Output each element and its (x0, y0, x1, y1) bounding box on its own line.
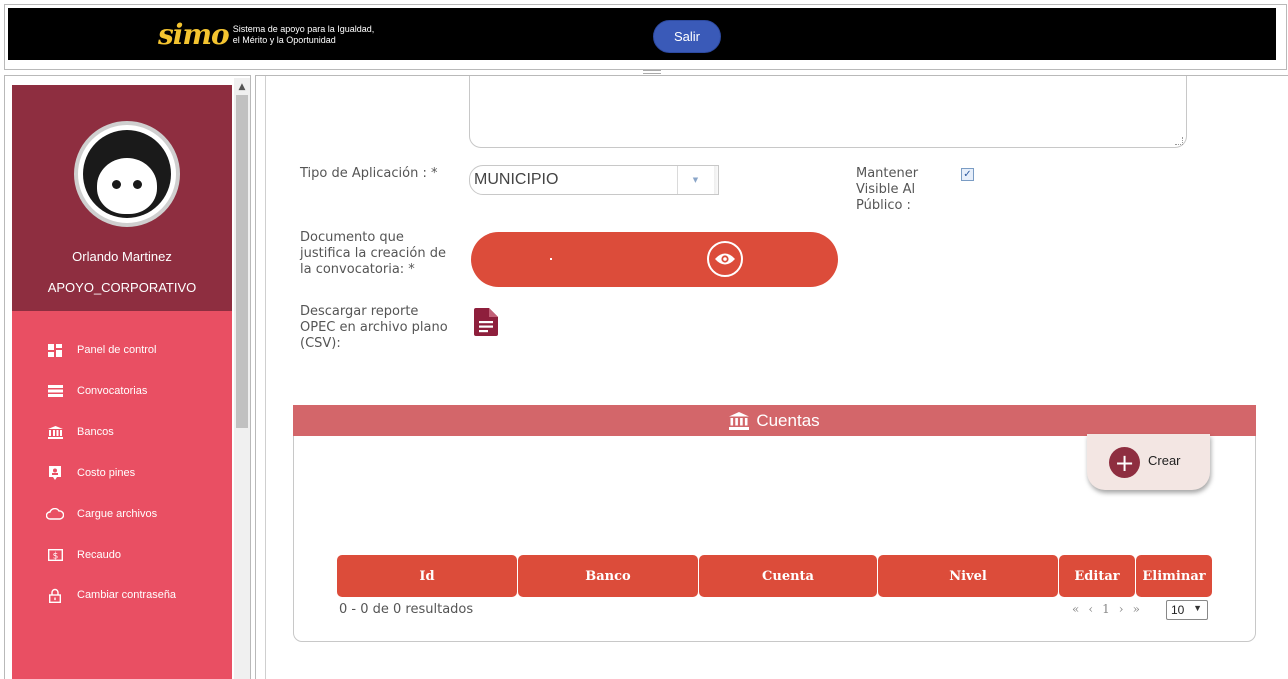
results-summary: 0 - 0 de 0 resultados (339, 602, 474, 617)
prev-page-icon[interactable]: ‹ (1088, 602, 1093, 616)
descargar-label: Descargar reporte OPEC en archivo plano … (300, 304, 448, 352)
column-header-cuenta[interactable]: Cuenta (699, 555, 877, 597)
column-header-editar[interactable]: Editar (1059, 555, 1135, 597)
content-divider (265, 76, 266, 679)
svg-text:$: $ (52, 552, 58, 562)
mantener-visible-line-1: Mantener (856, 166, 919, 181)
avatar-eye (133, 180, 142, 189)
checkmark-icon: ✓ (963, 168, 972, 180)
eye-icon[interactable] (707, 241, 743, 277)
sidebar-scrollbar[interactable]: ▲ (234, 78, 250, 679)
mantener-visible-label: Mantener Visible Al Público : (856, 166, 918, 214)
frame-resize-handle[interactable] (643, 70, 661, 74)
descargar-line-2: OPEC en archivo plano (300, 320, 448, 335)
column-header-banco[interactable]: Banco (518, 555, 698, 597)
page-size-value: 10 (1171, 603, 1185, 617)
content-frame: Tipo de Aplicación : * MUNICIPIO ▼ Mante… (255, 75, 1288, 679)
user-name: Orlando Martinez (72, 249, 172, 264)
avatar (74, 121, 180, 227)
mantener-visible-checkbox[interactable]: ✓ (961, 168, 974, 181)
user-role: APOYO_CORPORATIVO (47, 280, 197, 295)
document-placeholder-dot (550, 258, 552, 260)
column-header-nivel[interactable]: Nivel (878, 555, 1058, 597)
header-bar: simo Sistema de apoyo para la Igualdad, … (8, 8, 1276, 60)
sidebar-item-label: Bancos (77, 426, 114, 438)
simo-logo: simo Sistema de apoyo para la Igualdad, … (158, 18, 374, 51)
sidebar-item-bancos[interactable]: Bancos (12, 418, 232, 446)
lock-icon (46, 587, 64, 603)
sidebar-item-cambiar-contrasena[interactable]: Cambiar contraseña (12, 581, 232, 609)
bank-icon (46, 424, 64, 440)
documento-line-1: Documento que (300, 230, 404, 245)
bank-icon (729, 411, 750, 430)
documento-line-2: justifica la creación de (300, 246, 446, 261)
view-document-button[interactable] (471, 232, 838, 287)
tipo-aplicacion-value: MUNICIPIO (474, 171, 559, 188)
cuentas-title: Cuentas (756, 410, 820, 430)
mantener-visible-line-2: Visible Al (856, 182, 916, 197)
avatar-face (97, 158, 157, 214)
documento-label: Documento que justifica la creación de l… (300, 230, 446, 278)
column-header-eliminar[interactable]: Eliminar (1136, 555, 1212, 597)
chevron-down-icon[interactable]: ▼ (677, 166, 713, 194)
page-size-select[interactable]: 10 ▼ (1166, 600, 1208, 620)
sidebar-item-costo-pines[interactable]: Costo pines (12, 459, 232, 487)
money-icon: $ (46, 547, 64, 563)
descargar-line-3: (CSV): (300, 336, 341, 351)
avatar-image (83, 130, 171, 218)
list-icon (46, 383, 64, 399)
select-edge (714, 166, 718, 194)
column-header-id[interactable]: Id (337, 555, 517, 597)
sidebar-item-label: Panel de control (77, 344, 157, 356)
last-page-icon[interactable]: » (1133, 602, 1140, 616)
sidebar-item-panel-de-control[interactable]: Panel de control (12, 336, 232, 364)
descargar-line-1: Descargar reporte (300, 304, 419, 319)
current-page[interactable]: 1 (1102, 602, 1110, 616)
user-profile-panel: Orlando Martinez APOYO_CORPORATIVO (12, 85, 232, 311)
first-page-icon[interactable]: « (1072, 602, 1079, 616)
logo-line-1: Sistema de apoyo para la Igualdad, (232, 23, 375, 34)
scroll-thumb[interactable] (236, 95, 248, 428)
cuentas-header: Cuentas (293, 405, 1256, 436)
crear-button[interactable]: + Crear (1087, 434, 1210, 490)
scroll-up-arrow-icon[interactable]: ▲ (234, 78, 250, 95)
crear-label: Crear (1148, 453, 1181, 468)
logo-text: Sistema de apoyo para la Igualdad, el Mé… (233, 24, 375, 46)
mantener-visible-line-3: Público : (856, 198, 911, 213)
cloud-icon (46, 506, 64, 522)
sidebar-item-cargue-archivos[interactable]: Cargue archivos (12, 500, 232, 528)
description-textarea[interactable] (469, 76, 1187, 148)
plus-icon: + (1109, 447, 1140, 478)
sidebar-item-label: Convocatorias (77, 385, 148, 397)
csv-download-file-icon[interactable] (474, 308, 498, 336)
cuentas-panel: Cuentas + Crear Id Banco Cuenta Nivel Ed… (293, 405, 1256, 642)
sidebar-item-recaudo[interactable]: $ Recaudo (12, 541, 232, 569)
tipo-aplicacion-label: Tipo de Aplicación : * (300, 166, 438, 181)
pagination: « ‹ 1 › » (1072, 602, 1149, 616)
sidebar-item-label: Cargue archivos (77, 508, 158, 520)
tipo-aplicacion-select[interactable]: MUNICIPIO ▼ (469, 165, 719, 195)
textarea-resize-icon[interactable] (1175, 137, 1183, 145)
sidebar-item-label: Costo pines (77, 467, 136, 479)
chevron-down-icon: ▼ (1193, 603, 1202, 613)
sidebar-item-label: Recaudo (77, 549, 122, 561)
logout-button[interactable]: Salir (653, 20, 721, 53)
documento-line-3: la convocatoria: * (300, 262, 415, 277)
sidebar-item-label: Cambiar contraseña (77, 589, 177, 601)
next-page-icon[interactable]: › (1119, 602, 1124, 616)
logo-mark: simo (158, 18, 230, 51)
avatar-eye (112, 180, 121, 189)
sidebar-frame: Orlando Martinez APOYO_CORPORATIVO Panel… (4, 75, 251, 679)
sidebar-menu: Panel de control Convocatorias Bancos Co… (12, 311, 232, 679)
sidebar-item-convocatorias[interactable]: Convocatorias (12, 377, 232, 405)
badge-icon (46, 465, 64, 481)
dashboard-icon (46, 342, 64, 358)
logo-line-2: el Mérito y la Oportunidad (232, 34, 336, 45)
